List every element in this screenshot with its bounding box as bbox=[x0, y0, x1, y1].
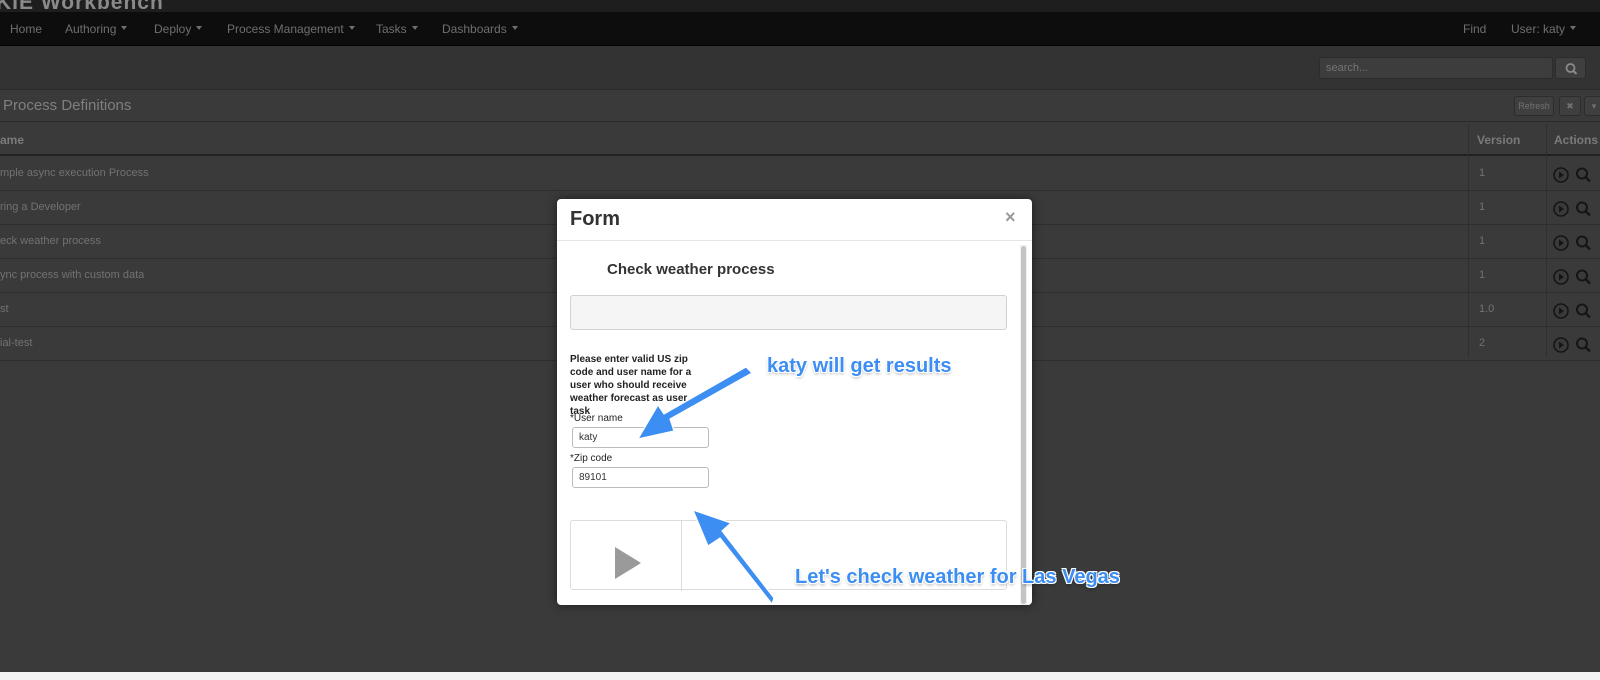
start-process-icon[interactable] bbox=[1553, 337, 1569, 353]
caret-down-icon bbox=[121, 26, 128, 30]
nav-find[interactable]: Find bbox=[1463, 22, 1486, 36]
search-button[interactable] bbox=[1555, 57, 1586, 79]
form-instructions: Please enter valid US zip code and user … bbox=[570, 354, 692, 417]
view-details-icon[interactable] bbox=[1576, 235, 1591, 251]
nav-label: Deploy bbox=[154, 22, 192, 36]
nav-label: Dashboards bbox=[442, 22, 507, 36]
brand-bar: KIE Workbench bbox=[0, 0, 1600, 12]
table-row[interactable]: mple async execution Process 1 bbox=[0, 157, 1600, 191]
process-version: 1 bbox=[1479, 201, 1486, 213]
process-name: eck weather process bbox=[0, 235, 101, 247]
process-version: 2 bbox=[1479, 337, 1486, 349]
caret-down-icon bbox=[1570, 26, 1577, 30]
view-details-icon[interactable] bbox=[1576, 337, 1591, 353]
modal-scrollbar-thumb[interactable] bbox=[1021, 246, 1026, 604]
zip-code-field[interactable] bbox=[572, 467, 709, 488]
zip-code-label: *Zip code bbox=[570, 453, 613, 464]
form-modal: Form × Check weather process Please ente… bbox=[557, 199, 1032, 605]
view-details-icon[interactable] bbox=[1576, 167, 1591, 183]
start-process-icon[interactable] bbox=[1553, 269, 1569, 285]
page-header: Process Definitions Refresh ✖ ▾ bbox=[0, 90, 1600, 122]
nav-label: Home bbox=[10, 22, 43, 36]
process-version: 1.0 bbox=[1479, 303, 1495, 315]
panel-menu-button[interactable]: ▾ bbox=[1584, 96, 1600, 116]
action-icons bbox=[1553, 337, 1591, 353]
row-actions bbox=[1552, 234, 1600, 252]
process-version: 1 bbox=[1479, 235, 1486, 247]
row-actions bbox=[1552, 268, 1600, 286]
nav-label: Process Management bbox=[227, 22, 344, 36]
caret-down-icon bbox=[411, 26, 418, 30]
process-name: st bbox=[0, 303, 9, 315]
view-details-icon[interactable] bbox=[1576, 303, 1591, 319]
search-input[interactable] bbox=[1319, 57, 1553, 79]
nav-authoring[interactable]: Authoring bbox=[65, 22, 128, 36]
nav-process-management[interactable]: Process Management bbox=[227, 22, 355, 36]
search-icon bbox=[1565, 63, 1578, 75]
close-icon[interactable]: × bbox=[1005, 207, 1016, 228]
process-name: ial-test bbox=[0, 337, 33, 349]
annotation-username: katy will get results bbox=[767, 355, 952, 377]
action-icons bbox=[1553, 269, 1591, 285]
view-details-icon[interactable] bbox=[1576, 269, 1591, 285]
column-header-version[interactable]: Version bbox=[1477, 133, 1520, 147]
action-icons bbox=[1553, 235, 1591, 251]
app-brand: KIE Workbench bbox=[0, 0, 164, 12]
row-actions bbox=[1552, 200, 1600, 218]
modal-header: Form × bbox=[557, 199, 1032, 241]
nav-deploy[interactable]: Deploy bbox=[154, 22, 203, 36]
process-version: 1 bbox=[1479, 269, 1486, 281]
nav-label: Tasks bbox=[376, 22, 407, 36]
page-title: Process Definitions bbox=[3, 97, 132, 114]
action-icons bbox=[1553, 201, 1591, 217]
form-header-panel bbox=[570, 295, 1007, 330]
caret-down-icon bbox=[196, 26, 203, 30]
play-icon[interactable] bbox=[615, 547, 641, 579]
modal-body: Check weather process Please enter valid… bbox=[557, 241, 1032, 605]
bottom-strip bbox=[0, 672, 1600, 680]
table-header: ame Version Actions bbox=[0, 124, 1600, 156]
username-label: *User name bbox=[570, 413, 623, 424]
action-icons bbox=[1553, 303, 1591, 319]
row-actions bbox=[1552, 302, 1600, 320]
column-header-actions: Actions bbox=[1554, 133, 1599, 147]
nav-home[interactable]: Home bbox=[10, 22, 42, 36]
nav-dashboards[interactable]: Dashboards bbox=[442, 22, 518, 36]
start-process-icon[interactable] bbox=[1553, 201, 1569, 217]
nav-label: Authoring bbox=[65, 22, 117, 36]
nav-tasks[interactable]: Tasks bbox=[376, 22, 418, 36]
screen: KIE Workbench Home Authoring Deploy Proc… bbox=[0, 0, 1600, 680]
main-navbar: Home Authoring Deploy Process Management… bbox=[0, 12, 1600, 46]
row-actions bbox=[1552, 166, 1600, 184]
media-divider bbox=[681, 521, 682, 591]
modal-title: Form bbox=[570, 208, 620, 230]
search-bar bbox=[0, 46, 1600, 90]
start-process-icon[interactable] bbox=[1553, 303, 1569, 319]
caret-down-icon bbox=[348, 26, 355, 30]
row-actions bbox=[1552, 336, 1600, 354]
view-details-icon[interactable] bbox=[1576, 201, 1591, 217]
nav-user-menu[interactable]: User: katy bbox=[1511, 22, 1577, 36]
start-process-icon[interactable] bbox=[1553, 235, 1569, 251]
process-name: ring a Developer bbox=[0, 201, 81, 213]
process-name: mple async execution Process bbox=[0, 167, 149, 179]
refresh-button[interactable]: Refresh bbox=[1514, 96, 1554, 116]
process-version: 1 bbox=[1479, 167, 1486, 179]
user-label: User: katy bbox=[1511, 22, 1566, 36]
form-title: Check weather process bbox=[607, 261, 775, 278]
action-icons bbox=[1553, 167, 1591, 183]
caret-down-icon bbox=[511, 26, 518, 30]
column-header-name[interactable]: ame bbox=[0, 133, 24, 147]
close-panel-button[interactable]: ✖ bbox=[1559, 96, 1581, 116]
username-field[interactable] bbox=[572, 427, 709, 448]
annotation-zip-code: Let's check weather for Las Vegas bbox=[795, 566, 1120, 588]
process-name: ync process with custom data bbox=[0, 269, 145, 281]
start-process-icon[interactable] bbox=[1553, 167, 1569, 183]
